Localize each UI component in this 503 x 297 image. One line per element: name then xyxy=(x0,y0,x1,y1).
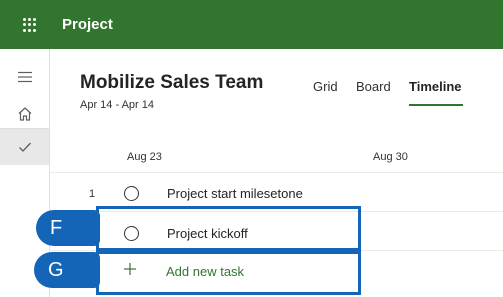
menu-button[interactable] xyxy=(0,59,49,95)
callout-marker-g: G xyxy=(34,252,100,288)
timeline-date-header: Aug 23 xyxy=(127,151,162,163)
home-icon xyxy=(18,107,31,121)
tab-selected-indicator xyxy=(409,104,463,106)
header-divider xyxy=(50,172,503,173)
app-header: Project xyxy=(0,0,503,49)
checkmark-icon xyxy=(18,142,31,152)
tab-board[interactable]: Board xyxy=(356,79,391,94)
my-tasks-button[interactable] xyxy=(0,129,49,165)
callout-letter: G xyxy=(48,258,64,281)
tab-timeline[interactable]: Timeline xyxy=(409,79,462,94)
tab-grid[interactable]: Grid xyxy=(313,79,338,94)
task-complete-circle-icon[interactable] xyxy=(124,186,139,201)
home-button[interactable] xyxy=(0,96,49,132)
plan-title: Mobilize Sales Team xyxy=(80,72,264,93)
task-row-number: 1 xyxy=(89,188,96,200)
callout-highlight-f xyxy=(96,206,361,251)
app-title: Project xyxy=(62,16,113,33)
app-launcher-icon[interactable] xyxy=(23,18,37,32)
timeline-date-header: Aug 30 xyxy=(373,151,408,163)
callout-highlight-g xyxy=(96,251,361,295)
task-name[interactable]: Project start milesetone xyxy=(167,186,303,201)
callout-marker-f: F xyxy=(36,210,100,246)
hamburger-menu-icon xyxy=(17,71,32,83)
callout-letter: F xyxy=(50,216,63,239)
plan-dates: Apr 14 - Apr 14 xyxy=(80,99,154,111)
